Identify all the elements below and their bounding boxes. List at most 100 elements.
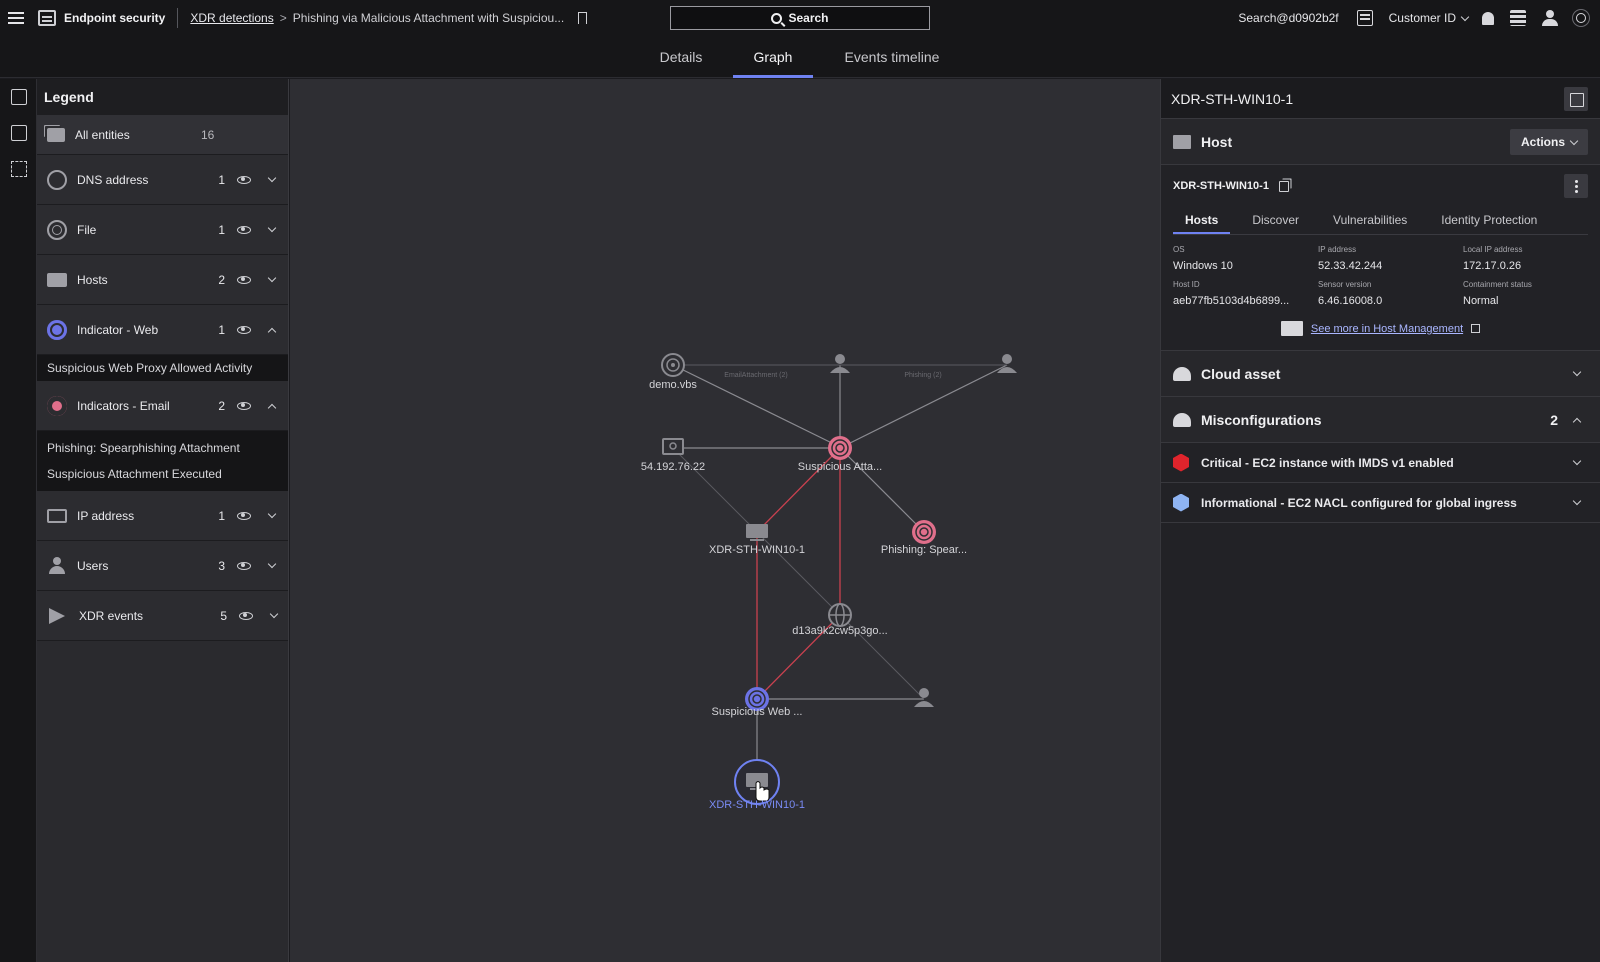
legend-item-ip-address[interactable]: IP address 1	[37, 491, 288, 541]
chevron-down-icon[interactable]	[267, 559, 277, 569]
graph-svg: EmailAttachment (2) Phishing (2)	[661, 353, 1017, 805]
legend-item-label: DNS address	[77, 172, 149, 187]
legend-item-label: File	[77, 222, 97, 237]
graph-node-user[interactable]	[830, 354, 850, 373]
customer-id-dropdown[interactable]: Customer ID	[1388, 11, 1470, 25]
legend-subitem[interactable]: Suspicious Web Proxy Allowed Activity	[37, 355, 288, 381]
theme-icon[interactable]	[1576, 13, 1586, 23]
legend-item-count: 3	[218, 558, 225, 573]
field-value: 52.33.42.244	[1318, 260, 1383, 272]
chevron-down-icon[interactable]	[1572, 496, 1582, 506]
search-icon	[771, 12, 783, 24]
eye-icon[interactable]	[239, 611, 253, 620]
eye-icon[interactable]	[237, 325, 251, 334]
legend-item-dns-address[interactable]: DNS address 1	[37, 155, 288, 205]
app-name[interactable]: Endpoint security	[64, 11, 165, 25]
legend-item-count: 1	[218, 322, 225, 337]
host-name-row: XDR-STH-WIN10-1	[1161, 165, 1600, 207]
tab-details[interactable]: Details	[652, 36, 710, 78]
field-host-id: Host ID aeb77fb5103d4b6899...	[1173, 280, 1318, 307]
field-value: 172.17.0.26	[1463, 260, 1522, 272]
legend-subitem[interactable]: Phishing: Spearphishing Attachment	[37, 435, 288, 461]
graph-node-file[interactable]	[661, 353, 685, 377]
chevron-down-icon[interactable]	[269, 609, 279, 619]
chevron-down-icon[interactable]	[1572, 456, 1582, 466]
misconfigurations-section[interactable]: Misconfigurations 2	[1161, 397, 1600, 443]
collapse-legend-button[interactable]	[0, 79, 37, 115]
legend-item-users[interactable]: Users 3	[37, 541, 288, 591]
eye-icon[interactable]	[237, 511, 251, 520]
misconfiguration-label: Critical - EC2 instance with IMDS v1 ena…	[1201, 455, 1454, 470]
graph-node-indicator-email[interactable]	[828, 436, 852, 460]
eye-icon[interactable]	[237, 225, 251, 234]
search-button[interactable]: Search	[670, 6, 930, 30]
legend-item-indicators-email[interactable]: Indicators - Email 2	[37, 381, 288, 431]
misconfiguration-item[interactable]: Critical - EC2 instance with IMDS v1 ena…	[1161, 443, 1600, 483]
tab-events-timeline[interactable]: Events timeline	[836, 36, 948, 78]
legend-subitem[interactable]: Suspicious Attachment Executed	[37, 461, 288, 487]
subtab-discover[interactable]: Discover	[1240, 207, 1311, 234]
chevron-up-icon[interactable]	[267, 403, 277, 412]
field-key: Host ID	[1173, 280, 1200, 289]
list-icon[interactable]	[1356, 10, 1373, 26]
node-label: Phishing: Spear...	[880, 544, 968, 556]
bookmark-icon[interactable]	[578, 12, 588, 24]
graph-node-host-selected[interactable]	[734, 759, 780, 805]
legend-item-xdr-events[interactable]: XDR events 5	[37, 591, 288, 641]
legend-item-count: 2	[218, 272, 225, 287]
legend-all-entities[interactable]: All entities 16	[37, 115, 288, 155]
misconfiguration-item[interactable]: Informational - EC2 NACL configured for …	[1161, 483, 1600, 523]
cloud-asset-section[interactable]: Cloud asset	[1161, 351, 1600, 397]
actions-button[interactable]: Actions	[1510, 129, 1588, 155]
customer-id-label: Customer ID	[1388, 11, 1456, 25]
chevron-down-icon[interactable]	[267, 173, 277, 183]
field-containment-status: Containment status Normal	[1463, 280, 1600, 307]
graph-node-indicator-email[interactable]	[912, 520, 936, 544]
chevron-down-icon[interactable]	[267, 273, 277, 283]
chevron-up-icon[interactable]	[267, 327, 277, 336]
graph-node-user[interactable]	[997, 354, 1017, 373]
hierarchy-view-button[interactable]	[0, 151, 37, 187]
chevron-down-icon[interactable]	[1572, 367, 1582, 377]
tab-graph[interactable]: Graph	[733, 36, 813, 78]
external-link-icon[interactable]	[1471, 324, 1481, 333]
user-icon[interactable]	[1542, 10, 1558, 26]
menu-button[interactable]	[0, 0, 32, 36]
breadcrumb-current: Phishing via Malicious Attachment with S…	[292, 11, 565, 25]
graph-node-user[interactable]	[914, 688, 934, 707]
eye-icon[interactable]	[237, 275, 251, 284]
subtab-identity-protection[interactable]: Identity Protection	[1429, 207, 1549, 234]
legend-item-indicator-web[interactable]: Indicator - Web 1	[37, 305, 288, 355]
user-email: Search@d0902b2f	[1238, 11, 1339, 25]
graph-canvas[interactable]: EmailAttachment (2) Phishing (2) demo.vb…	[290, 79, 1160, 962]
subtab-hosts[interactable]: Hosts	[1173, 207, 1231, 234]
image-view-button[interactable]	[0, 115, 37, 151]
stack-icon[interactable]	[1510, 10, 1526, 26]
eye-icon[interactable]	[237, 175, 251, 184]
legend-item-hosts[interactable]: Hosts 2	[37, 255, 288, 305]
breadcrumb-xdr-detections[interactable]: XDR detections	[190, 11, 273, 25]
copy-icon[interactable]	[1278, 180, 1289, 192]
top-bar: Endpoint security XDR detections > Phish…	[0, 0, 1600, 36]
image-icon	[10, 125, 27, 141]
more-options-button[interactable]	[1564, 174, 1588, 198]
panel-title-text: XDR-STH-WIN10-1	[1171, 91, 1294, 107]
chevron-up-icon[interactable]	[1572, 417, 1582, 427]
chevron-down-icon[interactable]	[267, 509, 277, 519]
graph-node-dns[interactable]	[828, 603, 852, 627]
legend-panel: Legend All entities 16 DNS address 1 Fil…	[37, 79, 289, 962]
panel-toggle-icon	[10, 89, 27, 105]
bell-icon[interactable]	[1482, 11, 1494, 25]
ip-icon	[47, 508, 67, 523]
collapse-panel-button[interactable]	[1564, 87, 1588, 111]
field-key: Sensor version	[1318, 280, 1372, 289]
details-panel: XDR-STH-WIN10-1 Host Actions XDR-STH-WIN…	[1160, 79, 1600, 962]
eye-icon[interactable]	[237, 561, 251, 570]
legend-item-label: Indicators - Email	[77, 398, 170, 413]
eye-icon[interactable]	[237, 401, 251, 410]
chevron-down-icon[interactable]	[267, 223, 277, 233]
graph-node-ip[interactable]	[662, 438, 684, 455]
legend-item-file[interactable]: File 1	[37, 205, 288, 255]
subtab-vulnerabilities[interactable]: Vulnerabilities	[1321, 207, 1419, 234]
see-more-host-management-link[interactable]: See more in Host Management	[1311, 323, 1463, 335]
